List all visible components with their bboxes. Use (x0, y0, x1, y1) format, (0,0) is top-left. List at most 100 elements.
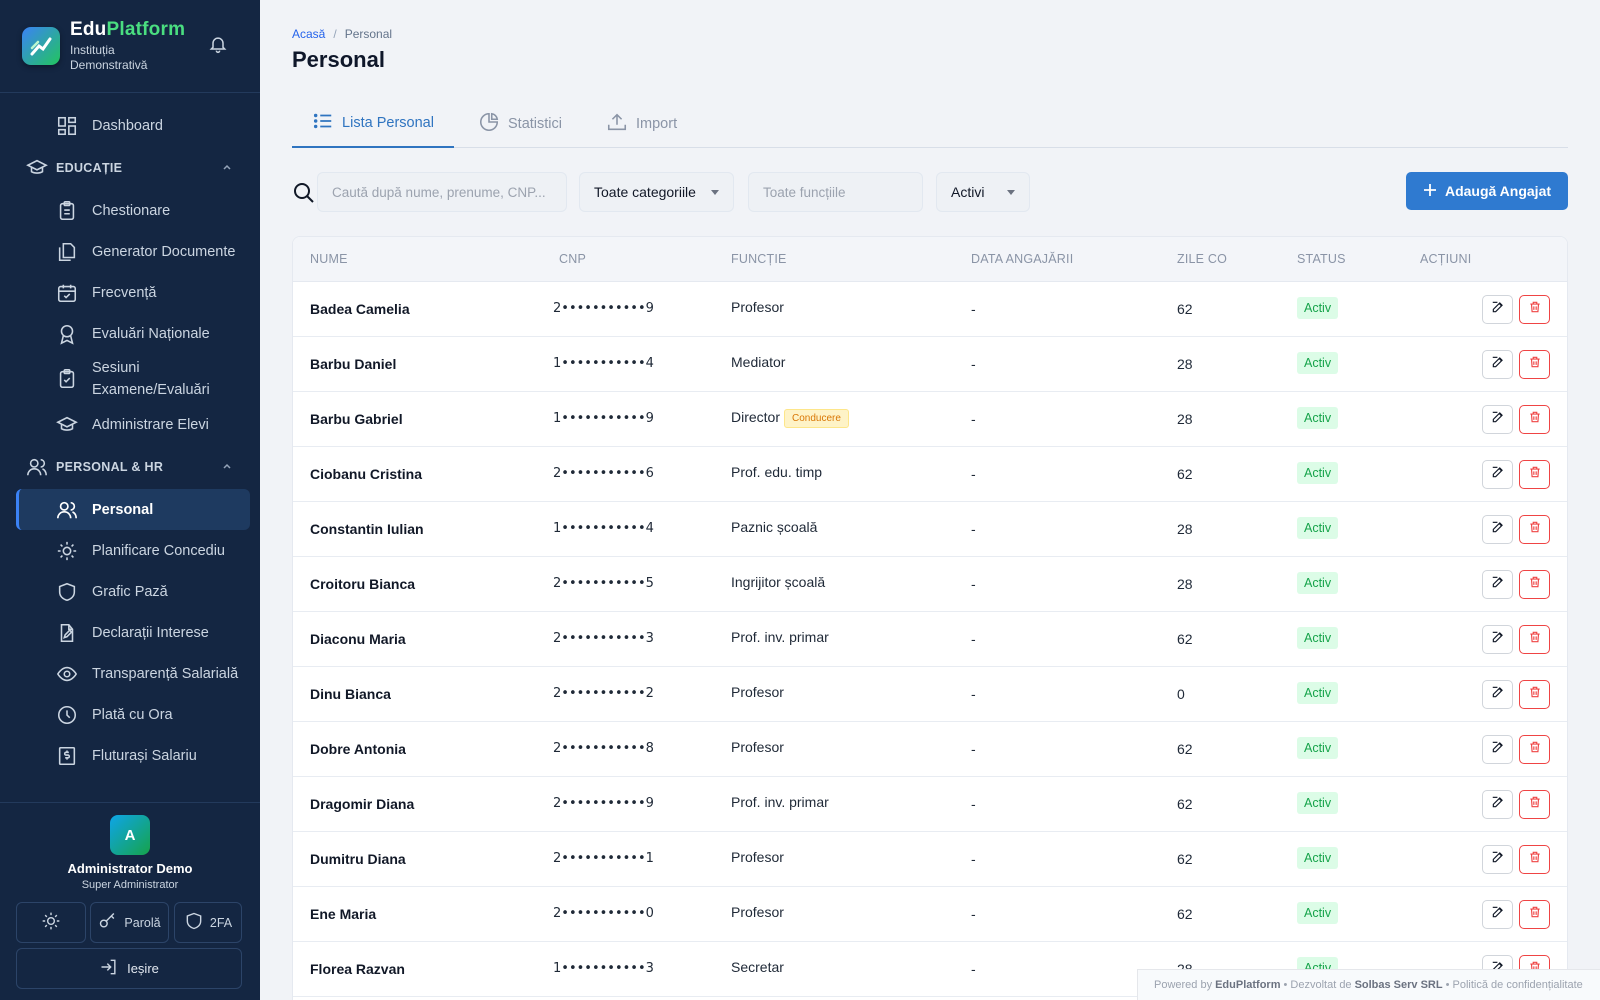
edit-button[interactable] (1482, 845, 1513, 874)
employee-function: Prof. edu. timp (731, 464, 823, 480)
sidebar-item-frecventa[interactable]: Frecvență (16, 272, 250, 313)
table-row[interactable]: Badea Camelia 2•••••••••••9 Profesor - 62 Act… (293, 282, 1567, 337)
edit-button[interactable] (1482, 295, 1513, 324)
table-row[interactable]: Diaconu Maria 2•••••••••••3 Prof. inv. pri… (293, 612, 1567, 667)
footer-brand-link[interactable]: EduPlatform (1215, 979, 1280, 991)
table-row[interactable]: Constantin Iulian 1•••••••••••4 Paznic șco… (293, 502, 1567, 557)
employee-name[interactable]: Florea Razvan (310, 961, 405, 977)
tab-lista-personal[interactable]: Lista Personal (292, 100, 454, 148)
employee-name[interactable]: Dinu Bianca (310, 686, 391, 702)
sidebar-item-sesiuni-examene[interactable]: Sesiuni Examene/Evaluări (16, 354, 250, 404)
status-select[interactable]: Activi (936, 172, 1030, 212)
delete-button[interactable] (1519, 460, 1550, 489)
sidebar-item-grafic-paza[interactable]: Grafic Pază (16, 571, 250, 612)
column-header-status[interactable]: STATUS (1297, 252, 1346, 266)
delete-button[interactable] (1519, 735, 1550, 764)
table-row[interactable]: Dragomir Diana 2•••••••••••9 Prof. inv. pr… (293, 777, 1567, 832)
employee-name[interactable]: Diaconu Maria (310, 631, 406, 647)
delete-button[interactable] (1519, 570, 1550, 599)
column-header-function[interactable]: FUNCȚIE (731, 252, 787, 266)
edit-button[interactable] (1482, 900, 1513, 929)
add-employee-button[interactable]: Adaugă Angajat (1406, 172, 1568, 210)
chevron-up-icon[interactable] (222, 460, 232, 474)
edit-button[interactable] (1482, 680, 1513, 709)
sidebar-item-generator-documente[interactable]: Generator Documente (16, 231, 250, 272)
edit-button[interactable] (1482, 790, 1513, 819)
password-button[interactable]: Parolă (90, 902, 169, 943)
edit-icon (1491, 410, 1505, 429)
footer-company-link[interactable]: Solbas Serv SRL (1355, 979, 1443, 991)
sidebar-item-fluturasi-salariu[interactable]: Fluturași Salariu (16, 735, 250, 776)
employee-name[interactable]: Barbu Gabriel (310, 411, 403, 427)
privacy-link[interactable]: • Politică de confidențialitate (1446, 979, 1583, 991)
sidebar-item-evaluari-nationale[interactable]: Evaluări Naționale (16, 313, 250, 354)
column-header-name[interactable]: NUME (310, 252, 348, 266)
table-row[interactable]: Ciobanu Cristina 2•••••••••••6 Prof. edu. … (293, 447, 1567, 502)
breadcrumb-home-link[interactable]: Acasă (292, 27, 325, 41)
sidebar-item-dashboard[interactable]: Dashboard (16, 105, 250, 146)
delete-button[interactable] (1519, 625, 1550, 654)
delete-button[interactable] (1519, 295, 1550, 324)
employee-name[interactable]: Barbu Daniel (310, 356, 396, 372)
twofa-button[interactable]: 2FA (174, 902, 242, 943)
function-filter-input[interactable]: Toate funcțiile (748, 172, 923, 212)
sidebar-item-administrare-elevi[interactable]: Administrare Elevi (16, 404, 250, 445)
chevron-up-icon[interactable] (222, 161, 232, 175)
search-input[interactable]: Caută după nume, prenume, CNP... (317, 172, 567, 212)
table-row[interactable]: Ene Maria 2•••••••••••0 Profesor - 62 Activ (293, 887, 1567, 942)
delete-button[interactable] (1519, 515, 1550, 544)
table-row[interactable]: Barbu Daniel 1•••••••••••4 Mediator - 28 Acti… (293, 337, 1567, 392)
dashboard-icon (56, 115, 78, 137)
table-row[interactable]: Barbu Gabriel 1•••••••••••9 Director Conduc… (293, 392, 1567, 447)
sidebar-section-hr[interactable]: PERSONAL & HR (0, 445, 260, 489)
bell-icon[interactable] (208, 34, 228, 59)
delete-button[interactable] (1519, 680, 1550, 709)
edit-button[interactable] (1482, 460, 1513, 489)
sidebar-item-planificare-concediu[interactable]: Planificare Concediu (16, 530, 250, 571)
table-row[interactable]: Dumitru Diana 2•••••••••••1 Profesor - 62 Act… (293, 832, 1567, 887)
column-header-co-days[interactable]: ZILE CO (1177, 252, 1227, 266)
employee-name[interactable]: Dragomir Diana (310, 796, 414, 812)
employee-co-days: 28 (1177, 356, 1193, 372)
employee-name[interactable]: Croitoru Bianca (310, 576, 415, 592)
edit-button[interactable] (1482, 735, 1513, 764)
employee-name[interactable]: Ene Maria (310, 906, 376, 922)
sidebar-section-education[interactable]: EDUCAȚIE (0, 146, 260, 190)
category-select[interactable]: Toate categoriile (579, 172, 734, 212)
edit-button[interactable] (1482, 625, 1513, 654)
edit-icon (1491, 465, 1505, 484)
delete-button[interactable] (1519, 405, 1550, 434)
sidebar-item-declaratii-interese[interactable]: Declarații Interese (16, 612, 250, 653)
trash-icon (1528, 905, 1542, 924)
table-row[interactable]: Dobre Antonia 2•••••••••••8 Profesor - 62 Act… (293, 722, 1567, 777)
edit-button[interactable] (1482, 405, 1513, 434)
employee-name[interactable]: Ciobanu Cristina (310, 466, 422, 482)
delete-button[interactable] (1519, 900, 1550, 929)
delete-button[interactable] (1519, 845, 1550, 874)
column-header-hire-date[interactable]: DATA ANGAJĂRII (971, 252, 1073, 266)
table-row[interactable]: Dinu Bianca 2•••••••••••2 Profesor - 0 Activ (293, 667, 1567, 722)
tab-import[interactable]: Import (606, 100, 677, 148)
employee-name[interactable]: Dumitru Diana (310, 851, 406, 867)
sidebar-item-plata-cu-ora[interactable]: Plată cu Ora (16, 694, 250, 735)
theme-toggle-button[interactable] (16, 902, 86, 943)
table-row[interactable]: Croitoru Bianca 2•••••••••••5 Ingrijitor ș… (293, 557, 1567, 612)
sidebar-item-chestionare[interactable]: Chestionare (16, 190, 250, 231)
employee-name[interactable]: Dobre Antonia (310, 741, 406, 757)
edit-button[interactable] (1482, 570, 1513, 599)
tab-statistici[interactable]: Statistici (478, 100, 562, 148)
employee-name[interactable]: Constantin Iulian (310, 521, 424, 537)
institution-name: Instituția Demonstrativă (70, 43, 148, 72)
delete-button[interactable] (1519, 790, 1550, 819)
logout-button[interactable]: Ieșire (16, 948, 242, 989)
upload-icon (606, 111, 628, 137)
column-header-cnp[interactable]: CNP (559, 252, 586, 266)
avatar[interactable]: A (110, 815, 150, 855)
sidebar-item-transparenta-salariala[interactable]: Transparență Salarială (16, 653, 250, 694)
edit-button[interactable] (1482, 350, 1513, 379)
employee-name[interactable]: Badea Camelia (310, 301, 410, 317)
delete-button[interactable] (1519, 350, 1550, 379)
app-logo[interactable] (22, 27, 60, 65)
sidebar-item-personal[interactable]: Personal (16, 489, 250, 530)
edit-button[interactable] (1482, 515, 1513, 544)
